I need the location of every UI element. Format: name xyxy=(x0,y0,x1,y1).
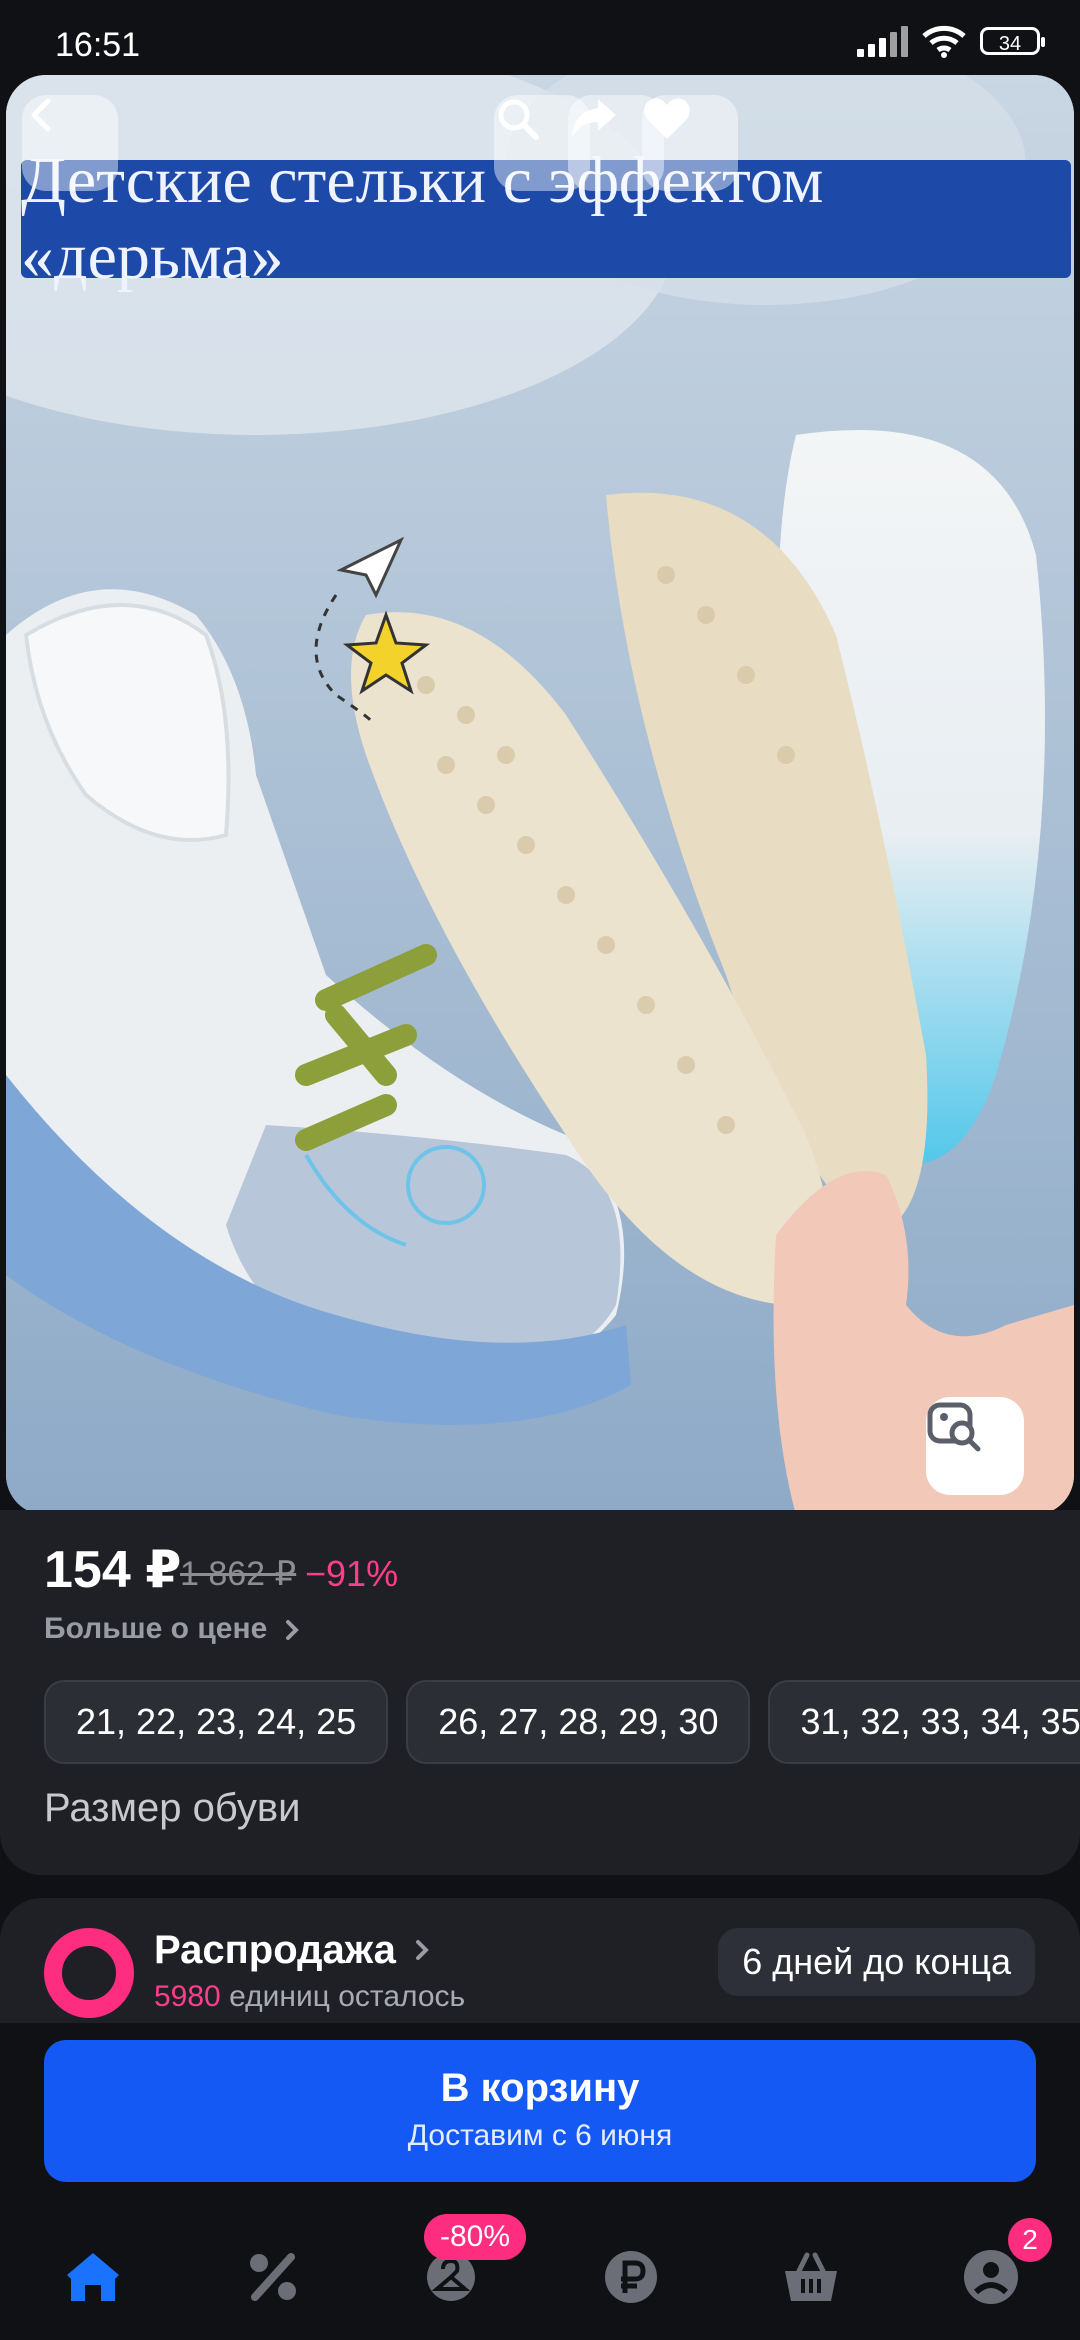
home-icon xyxy=(67,2253,119,2301)
clock: 16:51 xyxy=(55,26,141,64)
nav-cart[interactable] xyxy=(776,2242,846,2312)
percent-icon xyxy=(250,2253,296,2301)
sale-title-label: Распродажа xyxy=(154,1928,396,1972)
sale-logo-icon xyxy=(44,1928,134,2018)
image-search-icon xyxy=(927,1402,981,1452)
price-details-label: Больше о цене xyxy=(44,1612,268,1645)
sale-remaining-text: единиц осталось xyxy=(229,1980,466,2013)
image-search-button[interactable] xyxy=(926,1397,1024,1495)
search-icon xyxy=(498,99,539,140)
sale-title[interactable]: Распродажа xyxy=(154,1928,431,1973)
wifi-icon xyxy=(922,25,966,58)
cart-count-badge: 2 xyxy=(1008,2218,1052,2262)
size-option-chip[interactable]: 31, 32, 33, 34, 35 xyxy=(768,1680,1080,1764)
sale-remaining-count: 5980 xyxy=(154,1980,221,2013)
sale-remaining: 5980 единиц осталось xyxy=(154,1980,465,2014)
profile-icon xyxy=(964,2250,1018,2304)
signal-icon xyxy=(857,25,908,57)
delivery-date: Доставим с 6 июня xyxy=(407,2119,673,2152)
nav-finance[interactable] xyxy=(596,2242,666,2312)
old-price: 1 862 ₽ xyxy=(180,1555,297,1593)
product-info-panel: 154 ₽ 1 862 ₽ −91% Больше о цене 21, 22,… xyxy=(0,1510,1080,1875)
product-image[interactable]: Детские стельки с эффектом «дерьма» xyxy=(6,75,1074,1515)
current-price: 154 ₽ xyxy=(44,1541,182,1599)
basket-icon xyxy=(785,2252,837,2301)
discount-badge: −91% xyxy=(305,1553,399,1594)
battery-icon: 34 xyxy=(980,27,1045,55)
size-label: Размер обуви xyxy=(44,1786,301,1830)
size-option-chip[interactable]: 21, 22, 23, 24, 25 xyxy=(44,1680,389,1764)
chevron-right-icon xyxy=(416,1940,429,1960)
favorite-button[interactable] xyxy=(642,95,738,191)
price-details-link[interactable]: Больше о цене xyxy=(44,1612,302,1646)
nav-discounts[interactable] xyxy=(238,2242,308,2312)
status-bar: 16:51 34 xyxy=(0,0,1080,75)
ruble-icon xyxy=(605,2251,657,2303)
size-option-chip[interactable]: 26, 27, 28, 29, 30 xyxy=(406,1680,751,1764)
add-to-cart-button[interactable]: В корзину Доставим с 6 июня xyxy=(44,2040,1036,2182)
chevron-right-icon xyxy=(285,1620,299,1641)
heart-icon xyxy=(644,98,690,139)
chevron-left-icon xyxy=(31,98,51,132)
size-options: 21, 22, 23, 24, 25 26, 27, 28, 29, 30 31… xyxy=(44,1680,1080,1764)
promo-badge: -80% xyxy=(424,2214,527,2260)
bottom-navigation: -80% 2 xyxy=(0,2200,1080,2340)
sale-card[interactable]: Распродажа 5980 единиц осталось 6 дней д… xyxy=(0,1898,1080,2023)
sale-timer: 6 дней до конца xyxy=(718,1928,1035,1996)
back-button[interactable] xyxy=(22,95,118,191)
share-icon xyxy=(572,99,616,137)
add-to-cart-label: В корзину xyxy=(440,2066,640,2110)
nav-home[interactable] xyxy=(58,2242,128,2312)
status-icons: 34 xyxy=(857,24,1045,58)
